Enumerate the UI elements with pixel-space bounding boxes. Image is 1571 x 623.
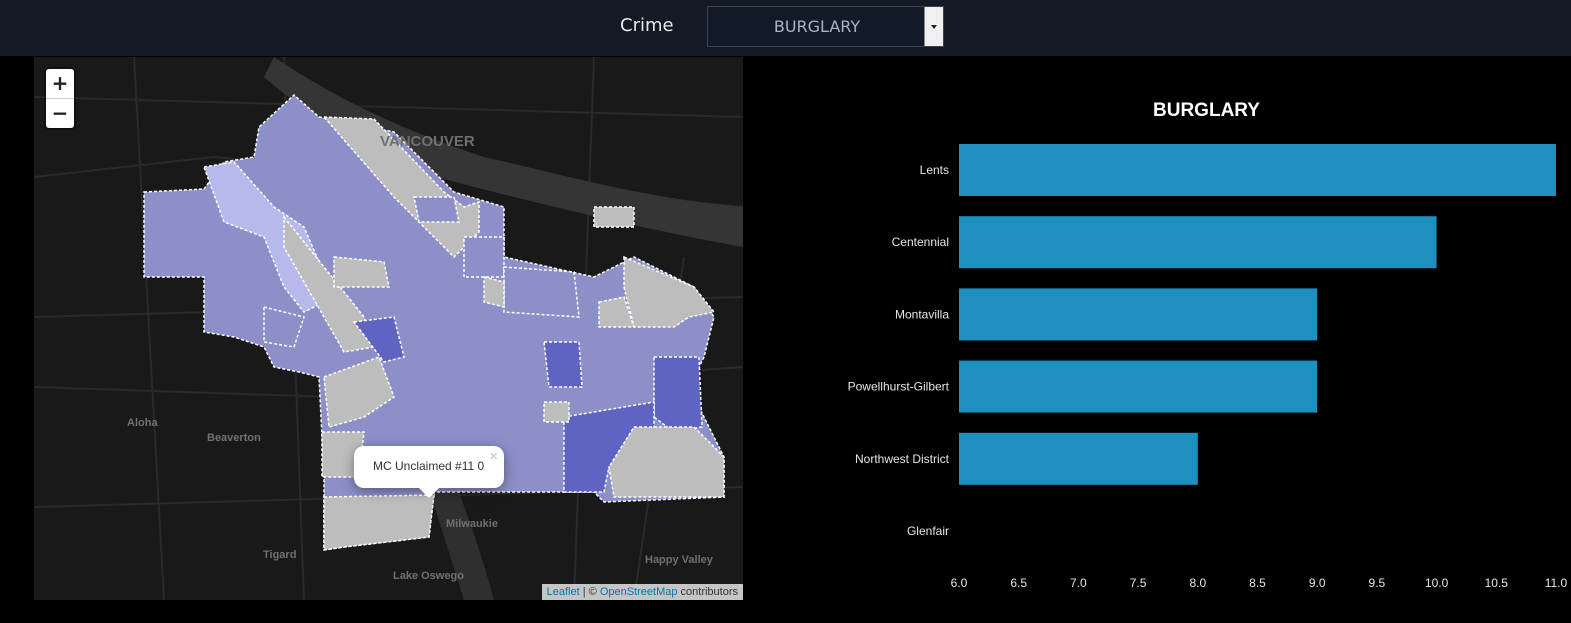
bar-powellhurst-gilbert[interactable] xyxy=(959,360,1318,413)
map-popup: MC Unclaimed #11 0 × xyxy=(354,446,504,498)
zoom-in-button[interactable]: + xyxy=(46,69,74,99)
x-tick-label: 7.0 xyxy=(1070,576,1087,590)
x-tick-label: 6.0 xyxy=(951,576,968,590)
popup-tip xyxy=(419,488,439,498)
x-tick-label: 10.0 xyxy=(1425,576,1449,590)
bar-northwest-district[interactable] xyxy=(959,432,1198,485)
attribution-suffix: contributors xyxy=(677,586,738,598)
bar-lents[interactable] xyxy=(959,144,1556,196)
crime-label: Crime xyxy=(620,15,674,36)
neighborhood-map[interactable]: VANCOUVER Aloha Beaverton Tigard Lake Os… xyxy=(34,57,743,600)
map-label-tigard: Tigard xyxy=(263,549,297,561)
popup-text: MC Unclaimed #11 0 xyxy=(373,459,485,473)
bar-centennial[interactable] xyxy=(959,216,1437,269)
top-bar: Crime BURGLARY xyxy=(0,0,1571,56)
chevron-down-icon[interactable] xyxy=(924,7,943,46)
category-label: Centennial xyxy=(892,235,949,249)
category-label: Lents xyxy=(920,163,949,177)
category-label: Montavilla xyxy=(895,307,949,321)
close-icon[interactable]: × xyxy=(489,448,498,465)
x-tick-label: 7.5 xyxy=(1130,576,1147,590)
map-label-beaverton: Beaverton xyxy=(207,432,261,444)
category-label: Glenfair xyxy=(907,524,949,538)
x-tick-label: 10.5 xyxy=(1485,576,1509,590)
x-tick-label: 11.0 xyxy=(1545,576,1568,590)
category-label: Powellhurst-Gilbert xyxy=(848,380,950,394)
bar-chart: BURGLARY Lents Centennial Montavilla Powell… xyxy=(760,57,1571,623)
x-tick-label: 8.5 xyxy=(1249,576,1266,590)
crime-select[interactable]: BURGLARY xyxy=(707,6,944,47)
crime-select-value[interactable]: BURGLARY xyxy=(708,7,926,46)
category-label: Northwest District xyxy=(855,452,950,466)
osm-link[interactable]: OpenStreetMap xyxy=(600,586,678,598)
bar-montavilla[interactable] xyxy=(959,288,1318,341)
map-label-milwaukie: Milwaukie xyxy=(446,518,498,530)
map-label-aloha: Aloha xyxy=(127,417,158,429)
zoom-control: + − xyxy=(46,69,74,128)
map-label-vancouver: VANCOUVER xyxy=(380,133,475,150)
x-tick-label: 9.5 xyxy=(1369,576,1386,590)
x-tick-label: 9.0 xyxy=(1309,576,1326,590)
chart-plot: Lents Centennial Montavilla Powellhurst-Gil… xyxy=(848,144,1568,590)
map-label-lake-oswego: Lake Oswego xyxy=(393,570,464,582)
attribution-separator: | © xyxy=(579,586,600,598)
map-label-happy-valley: Happy Valley xyxy=(645,554,713,566)
zoom-out-button[interactable]: − xyxy=(46,99,74,128)
map-attribution: Leaflet | © OpenStreetMap contributors xyxy=(541,584,743,600)
x-tick-label: 8.0 xyxy=(1189,576,1206,590)
leaflet-link[interactable]: Leaflet xyxy=(547,586,580,598)
x-tick-label: 6.5 xyxy=(1010,576,1027,590)
